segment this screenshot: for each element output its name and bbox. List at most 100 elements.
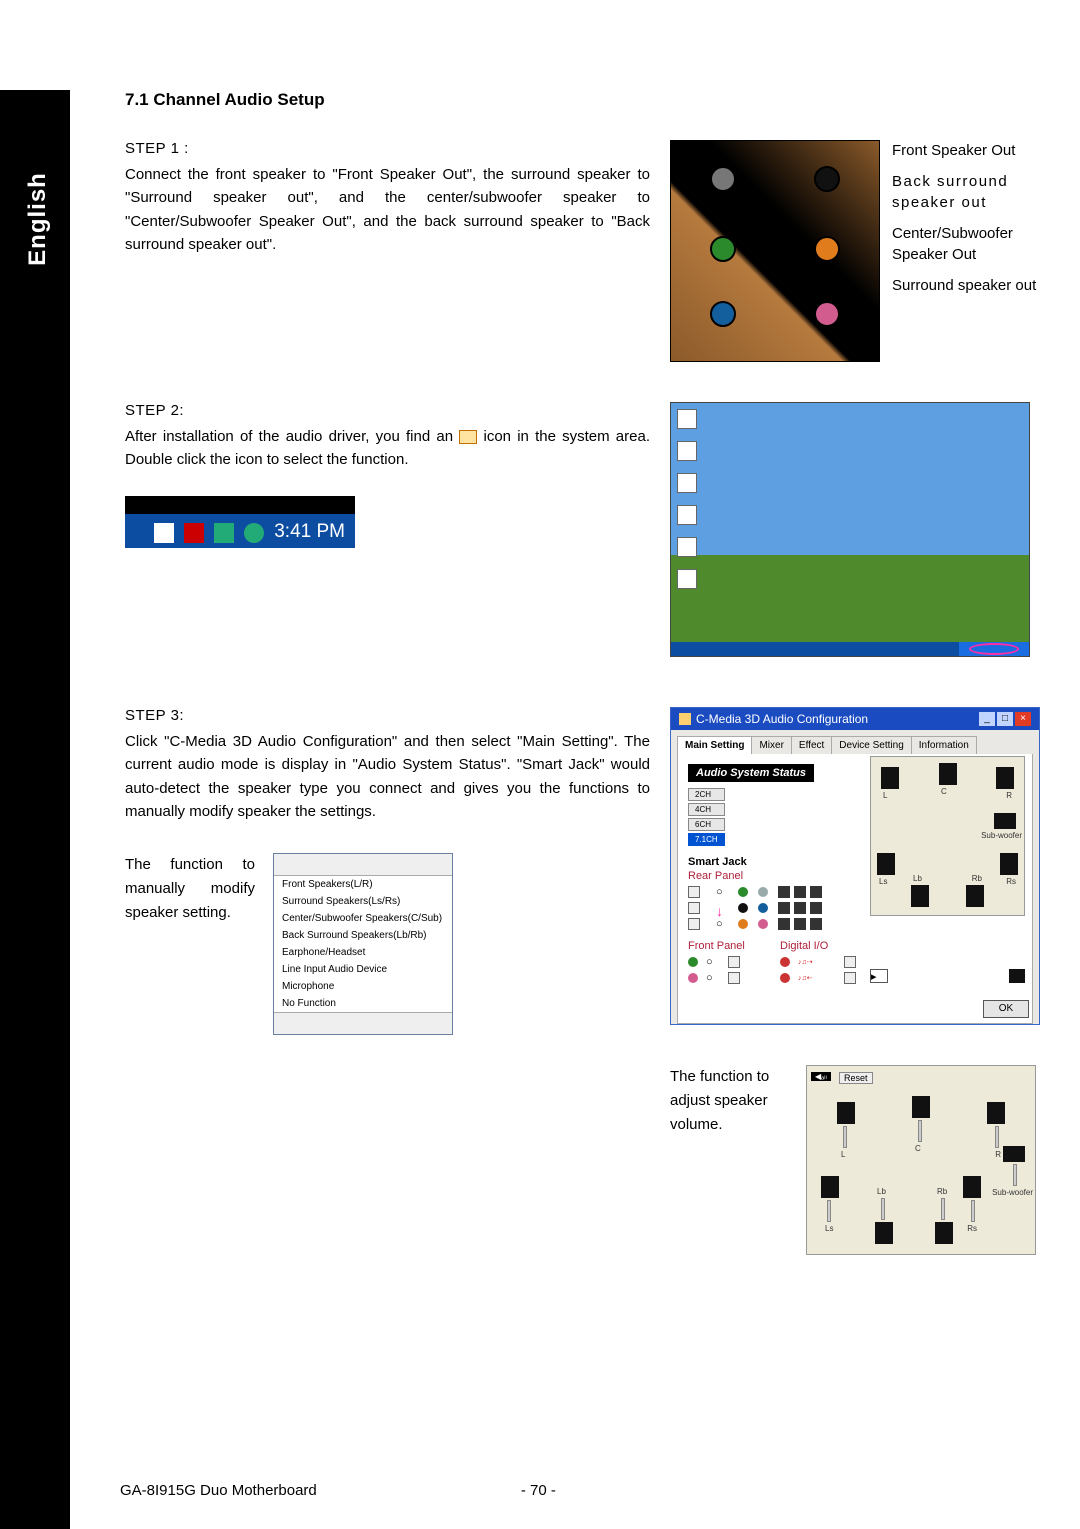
speaker-r[interactable]	[996, 767, 1014, 789]
close-button[interactable]: ×	[1015, 712, 1031, 726]
vol-slider[interactable]	[843, 1126, 847, 1148]
desktop-icon[interactable]	[677, 409, 697, 429]
systray-icon-3[interactable]	[244, 523, 264, 543]
channel-71ch[interactable]: 7.1CH	[688, 833, 725, 846]
desktop-icon[interactable]	[677, 441, 697, 461]
volume-block: The function to adjust speaker volume. ◀…	[670, 1065, 1040, 1255]
desktop-icon[interactable]	[677, 473, 697, 493]
audio-system-status-title: Audio System Status	[688, 764, 814, 782]
vol-speaker-lb[interactable]	[875, 1222, 893, 1244]
vol-speaker-ls[interactable]	[821, 1176, 839, 1198]
jack-black	[814, 166, 840, 192]
ok-button[interactable]: OK	[983, 1000, 1029, 1018]
menu-footer-icons	[274, 1012, 452, 1034]
stop-button[interactable]	[1009, 969, 1025, 983]
step2-block: STEP 2: After installation of the audio …	[125, 402, 1040, 657]
jack-slot[interactable]	[728, 956, 740, 968]
menu-item[interactable]: Back Surround Speakers(Lb/Rb)	[274, 927, 452, 944]
vol-slider[interactable]	[881, 1198, 885, 1220]
jack-indicator-green	[738, 887, 748, 897]
tabs: Main Setting Mixer Effect Device Setting…	[677, 736, 1033, 754]
vol-slider[interactable]	[827, 1200, 831, 1222]
jack-slot[interactable]	[728, 972, 740, 984]
desktop-icon[interactable]	[677, 537, 697, 557]
step2-text-a: After installation of the audio driver, …	[125, 428, 459, 445]
jack-slot[interactable]	[688, 918, 700, 930]
desktop-icon[interactable]	[677, 505, 697, 525]
speaker-icon	[778, 902, 790, 914]
maximize-button[interactable]: □	[997, 712, 1013, 726]
vol-speaker-rb[interactable]	[935, 1222, 953, 1244]
speaker-l[interactable]	[881, 767, 899, 789]
speaker-c[interactable]	[939, 763, 957, 785]
digital-slot[interactable]	[844, 972, 856, 984]
tab-effect[interactable]: Effect	[791, 736, 832, 754]
rear-io-photo	[670, 140, 880, 362]
speaker-rb[interactable]	[966, 885, 984, 907]
step1-block: STEP 1 : Connect the front speaker to "F…	[125, 140, 1040, 362]
vol-slider[interactable]	[941, 1198, 945, 1220]
tab-device-setting[interactable]: Device Setting	[831, 736, 911, 754]
channel-2ch[interactable]: 2CH	[688, 788, 725, 801]
jack-pink	[814, 301, 840, 327]
tab-mixer[interactable]: Mixer	[751, 736, 791, 754]
step3-subrow: The function to manually modify speaker …	[125, 853, 650, 1035]
jack-slot[interactable]	[688, 902, 700, 914]
menu-item[interactable]: Surround Speakers(Ls/Rs)	[274, 893, 452, 910]
subnote-left: The function to manually modify speaker …	[125, 853, 255, 925]
speaker-sub[interactable]	[994, 813, 1016, 829]
vol-speaker-sub[interactable]	[1003, 1146, 1025, 1162]
arrow-down-icon: ↓	[716, 903, 726, 913]
systray-icon-xear[interactable]	[154, 523, 174, 543]
desktop-icon[interactable]	[677, 569, 697, 589]
menu-item[interactable]: No Function	[274, 995, 452, 1012]
speaker-ls[interactable]	[877, 853, 895, 875]
menu-item[interactable]: Microphone	[274, 978, 452, 995]
step1-paragraph: Connect the front speaker to "Front Spea…	[125, 163, 650, 256]
speaker-lb[interactable]	[911, 885, 929, 907]
menu-item[interactable]: Center/Subwoofer Speakers(C/Sub)	[274, 910, 452, 927]
channel-6ch[interactable]: 6CH	[688, 818, 725, 831]
digital-io-label: Digital I/O	[780, 940, 866, 952]
vol-speaker-r[interactable]	[987, 1102, 1005, 1124]
section-heading: 7.1 Channel Audio Setup	[125, 90, 1040, 110]
vol-slider[interactable]	[971, 1200, 975, 1222]
reset-button[interactable]: Reset	[839, 1072, 873, 1084]
menu-header-icons	[274, 854, 452, 876]
step3-image-column: C-Media 3D Audio Configuration _ □ × Mai…	[670, 707, 1040, 1255]
channel-4ch[interactable]: 4CH	[688, 803, 725, 816]
window-titlebar: C-Media 3D Audio Configuration _ □ ×	[671, 708, 1039, 730]
callout-center-sub: Center/Subwoofer Speaker Out	[892, 223, 1040, 265]
vol-speaker-c[interactable]	[912, 1096, 930, 1118]
jack-indicator-green	[688, 957, 698, 967]
minimize-button[interactable]: _	[979, 712, 995, 726]
digital-out-dot	[780, 957, 790, 967]
vol-slider[interactable]	[995, 1126, 999, 1148]
jack-grey	[710, 166, 736, 192]
vol-slider[interactable]	[918, 1120, 922, 1142]
speaker-icon	[794, 918, 806, 930]
digital-slot[interactable]	[844, 956, 856, 968]
menu-item[interactable]: Line Input Audio Device	[274, 961, 452, 978]
menu-item[interactable]: Earphone/Headset	[274, 944, 452, 961]
speaker-icon	[810, 902, 822, 914]
eq-button[interactable]: ◀ₐₗₗ	[811, 1072, 831, 1081]
desktop-icons	[677, 409, 697, 589]
highlight-ellipse	[969, 643, 1019, 655]
vol-speaker-l[interactable]	[837, 1102, 855, 1124]
cmedia-config-window: C-Media 3D Audio Configuration _ □ × Mai…	[670, 707, 1040, 1025]
play-button[interactable]: ▸	[870, 969, 888, 983]
speaker-rs[interactable]	[1000, 853, 1018, 875]
jack-slot[interactable]	[688, 886, 700, 898]
systray-icon-1[interactable]	[184, 523, 204, 543]
tab-information[interactable]: Information	[911, 736, 977, 754]
windows-desktop-screenshot	[670, 402, 1030, 657]
systray-icon-2[interactable]	[214, 523, 234, 543]
jack-indicator-orange	[738, 919, 748, 929]
jack-indicator-pink	[758, 919, 768, 929]
vol-slider[interactable]	[1013, 1164, 1017, 1186]
tab-main-setting[interactable]: Main Setting	[677, 736, 752, 754]
page-footer: GA-8I915G Duo Motherboard - 70 -	[0, 1482, 1080, 1499]
menu-item[interactable]: Front Speakers(L/R)	[274, 876, 452, 893]
vol-speaker-rs[interactable]	[963, 1176, 981, 1198]
